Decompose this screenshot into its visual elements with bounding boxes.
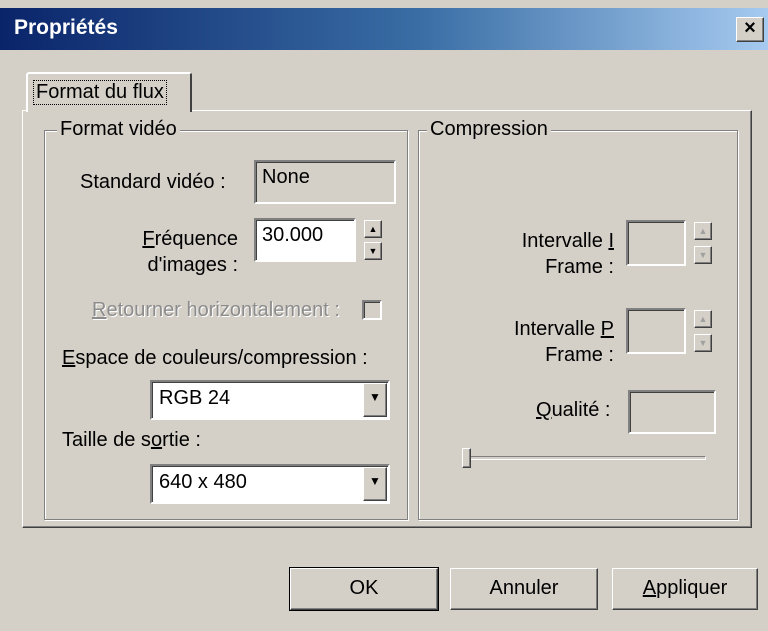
ok-button-label: OK <box>349 577 379 599</box>
spin-up-icon: ▲ <box>368 224 378 234</box>
compression-legend: Compression <box>427 118 551 141</box>
spin-down-icon: ▼ <box>698 250 708 260</box>
frame-rate-spinner: ▲ ▼ <box>364 220 382 262</box>
apply-button-label-rest: ppliquer <box>656 577 728 599</box>
tab-format-du-flux[interactable]: Format du flux <box>26 72 192 112</box>
colorspace-value: RGB 24 <box>159 387 231 409</box>
output-size-label-pre: Taille de s <box>62 429 151 451</box>
output-size-value: 640 x 480 <box>159 471 247 493</box>
cancel-button-label: Annuler <box>489 577 559 599</box>
close-button[interactable]: × <box>736 17 764 42</box>
quality-label: Qualité : <box>536 398 611 422</box>
quality-slider-track <box>462 456 706 460</box>
ok-button[interactable]: OK <box>289 567 439 611</box>
close-icon: × <box>744 17 756 39</box>
frame-rate-label-line2: d'images : <box>147 254 238 276</box>
format-video-legend: Format vidéo <box>57 118 180 141</box>
iframe-label-line2: Frame : <box>545 256 614 278</box>
quality-slider-thumb[interactable] <box>462 448 471 468</box>
iframe-interval-label: Intervalle I Frame : <box>480 228 614 280</box>
pframe-label-line2: Frame : <box>545 344 614 366</box>
iframe-label-pre: Intervalle <box>521 230 609 252</box>
output-size-label-post: rtie : <box>162 429 201 451</box>
flip-horizontal-label-access: R <box>92 299 107 321</box>
cancel-button[interactable]: Annuler <box>450 568 598 610</box>
quality-label-rest: ualité : <box>551 399 611 421</box>
frame-rate-label-rest: réquence <box>154 228 238 250</box>
properties-dialog: Propriétés × Format du flux Format vidéo… <box>0 0 768 631</box>
standard-video-field: None <box>254 160 396 204</box>
apply-button-label-access: A <box>642 577 657 599</box>
pframe-up-button[interactable]: ▲ <box>694 310 712 328</box>
frame-rate-up-button[interactable]: ▲ <box>364 220 382 238</box>
quality-label-access: Q <box>536 399 552 421</box>
iframe-down-button[interactable]: ▼ <box>694 246 712 264</box>
pframe-label-access: P <box>600 318 614 340</box>
pframe-label-pre: Intervalle <box>513 318 601 340</box>
frame-rate-down-button[interactable]: ▼ <box>364 242 382 260</box>
frame-rate-input[interactable]: 30.000 <box>254 218 356 262</box>
spin-up-icon: ▲ <box>698 314 708 324</box>
quality-input[interactable] <box>628 390 716 434</box>
window-title: Propriétés <box>14 16 118 39</box>
flip-horizontal-checkbox[interactable] <box>362 300 382 320</box>
spin-up-icon: ▲ <box>698 226 708 236</box>
output-size-dropdown-button[interactable]: ▼ <box>363 467 387 501</box>
colorspace-label-access: E <box>62 347 76 369</box>
frame-rate-value: 30.000 <box>262 224 324 246</box>
iframe-up-button[interactable]: ▲ <box>694 222 712 240</box>
frame-rate-label: Fréquence d'images : <box>110 226 238 278</box>
output-size-label-access: o <box>150 429 163 451</box>
iframe-label-access: I <box>608 230 614 252</box>
colorspace-label-rest: space de couleurs/compression : <box>75 347 368 369</box>
colorspace-dropdown-button[interactable]: ▼ <box>363 383 387 417</box>
apply-button[interactable]: Appliquer <box>612 568 758 610</box>
chevron-down-icon: ▼ <box>369 474 381 488</box>
pframe-interval-spinner: ▲ ▼ <box>694 310 712 352</box>
colorspace-label: Espace de couleurs/compression : <box>62 346 368 370</box>
flip-horizontal-label-rest: etourner horizontalement : <box>106 299 340 321</box>
title-bar[interactable]: Propriétés × <box>0 8 768 50</box>
spin-down-icon: ▼ <box>368 246 378 256</box>
standard-video-label: Standard vidéo : <box>80 171 226 193</box>
colorspace-select[interactable]: RGB 24 ▼ <box>150 380 390 420</box>
iframe-interval-spinner: ▲ ▼ <box>694 222 712 264</box>
chevron-down-icon: ▼ <box>369 390 381 404</box>
pframe-down-button[interactable]: ▼ <box>694 334 712 352</box>
flip-horizontal-label: Retourner horizontalement : <box>92 298 340 322</box>
pframe-interval-label: Intervalle P Frame : <box>480 316 614 368</box>
standard-video-value: None <box>262 166 310 188</box>
output-size-label: Taille de sortie : <box>62 428 201 452</box>
frame-rate-label-access: F <box>142 228 155 250</box>
tab-label: Format du flux <box>33 80 167 105</box>
iframe-interval-input[interactable] <box>626 220 686 266</box>
output-size-select[interactable]: 640 x 480 ▼ <box>150 464 390 504</box>
spin-down-icon: ▼ <box>698 338 708 348</box>
pframe-interval-input[interactable] <box>626 308 686 354</box>
